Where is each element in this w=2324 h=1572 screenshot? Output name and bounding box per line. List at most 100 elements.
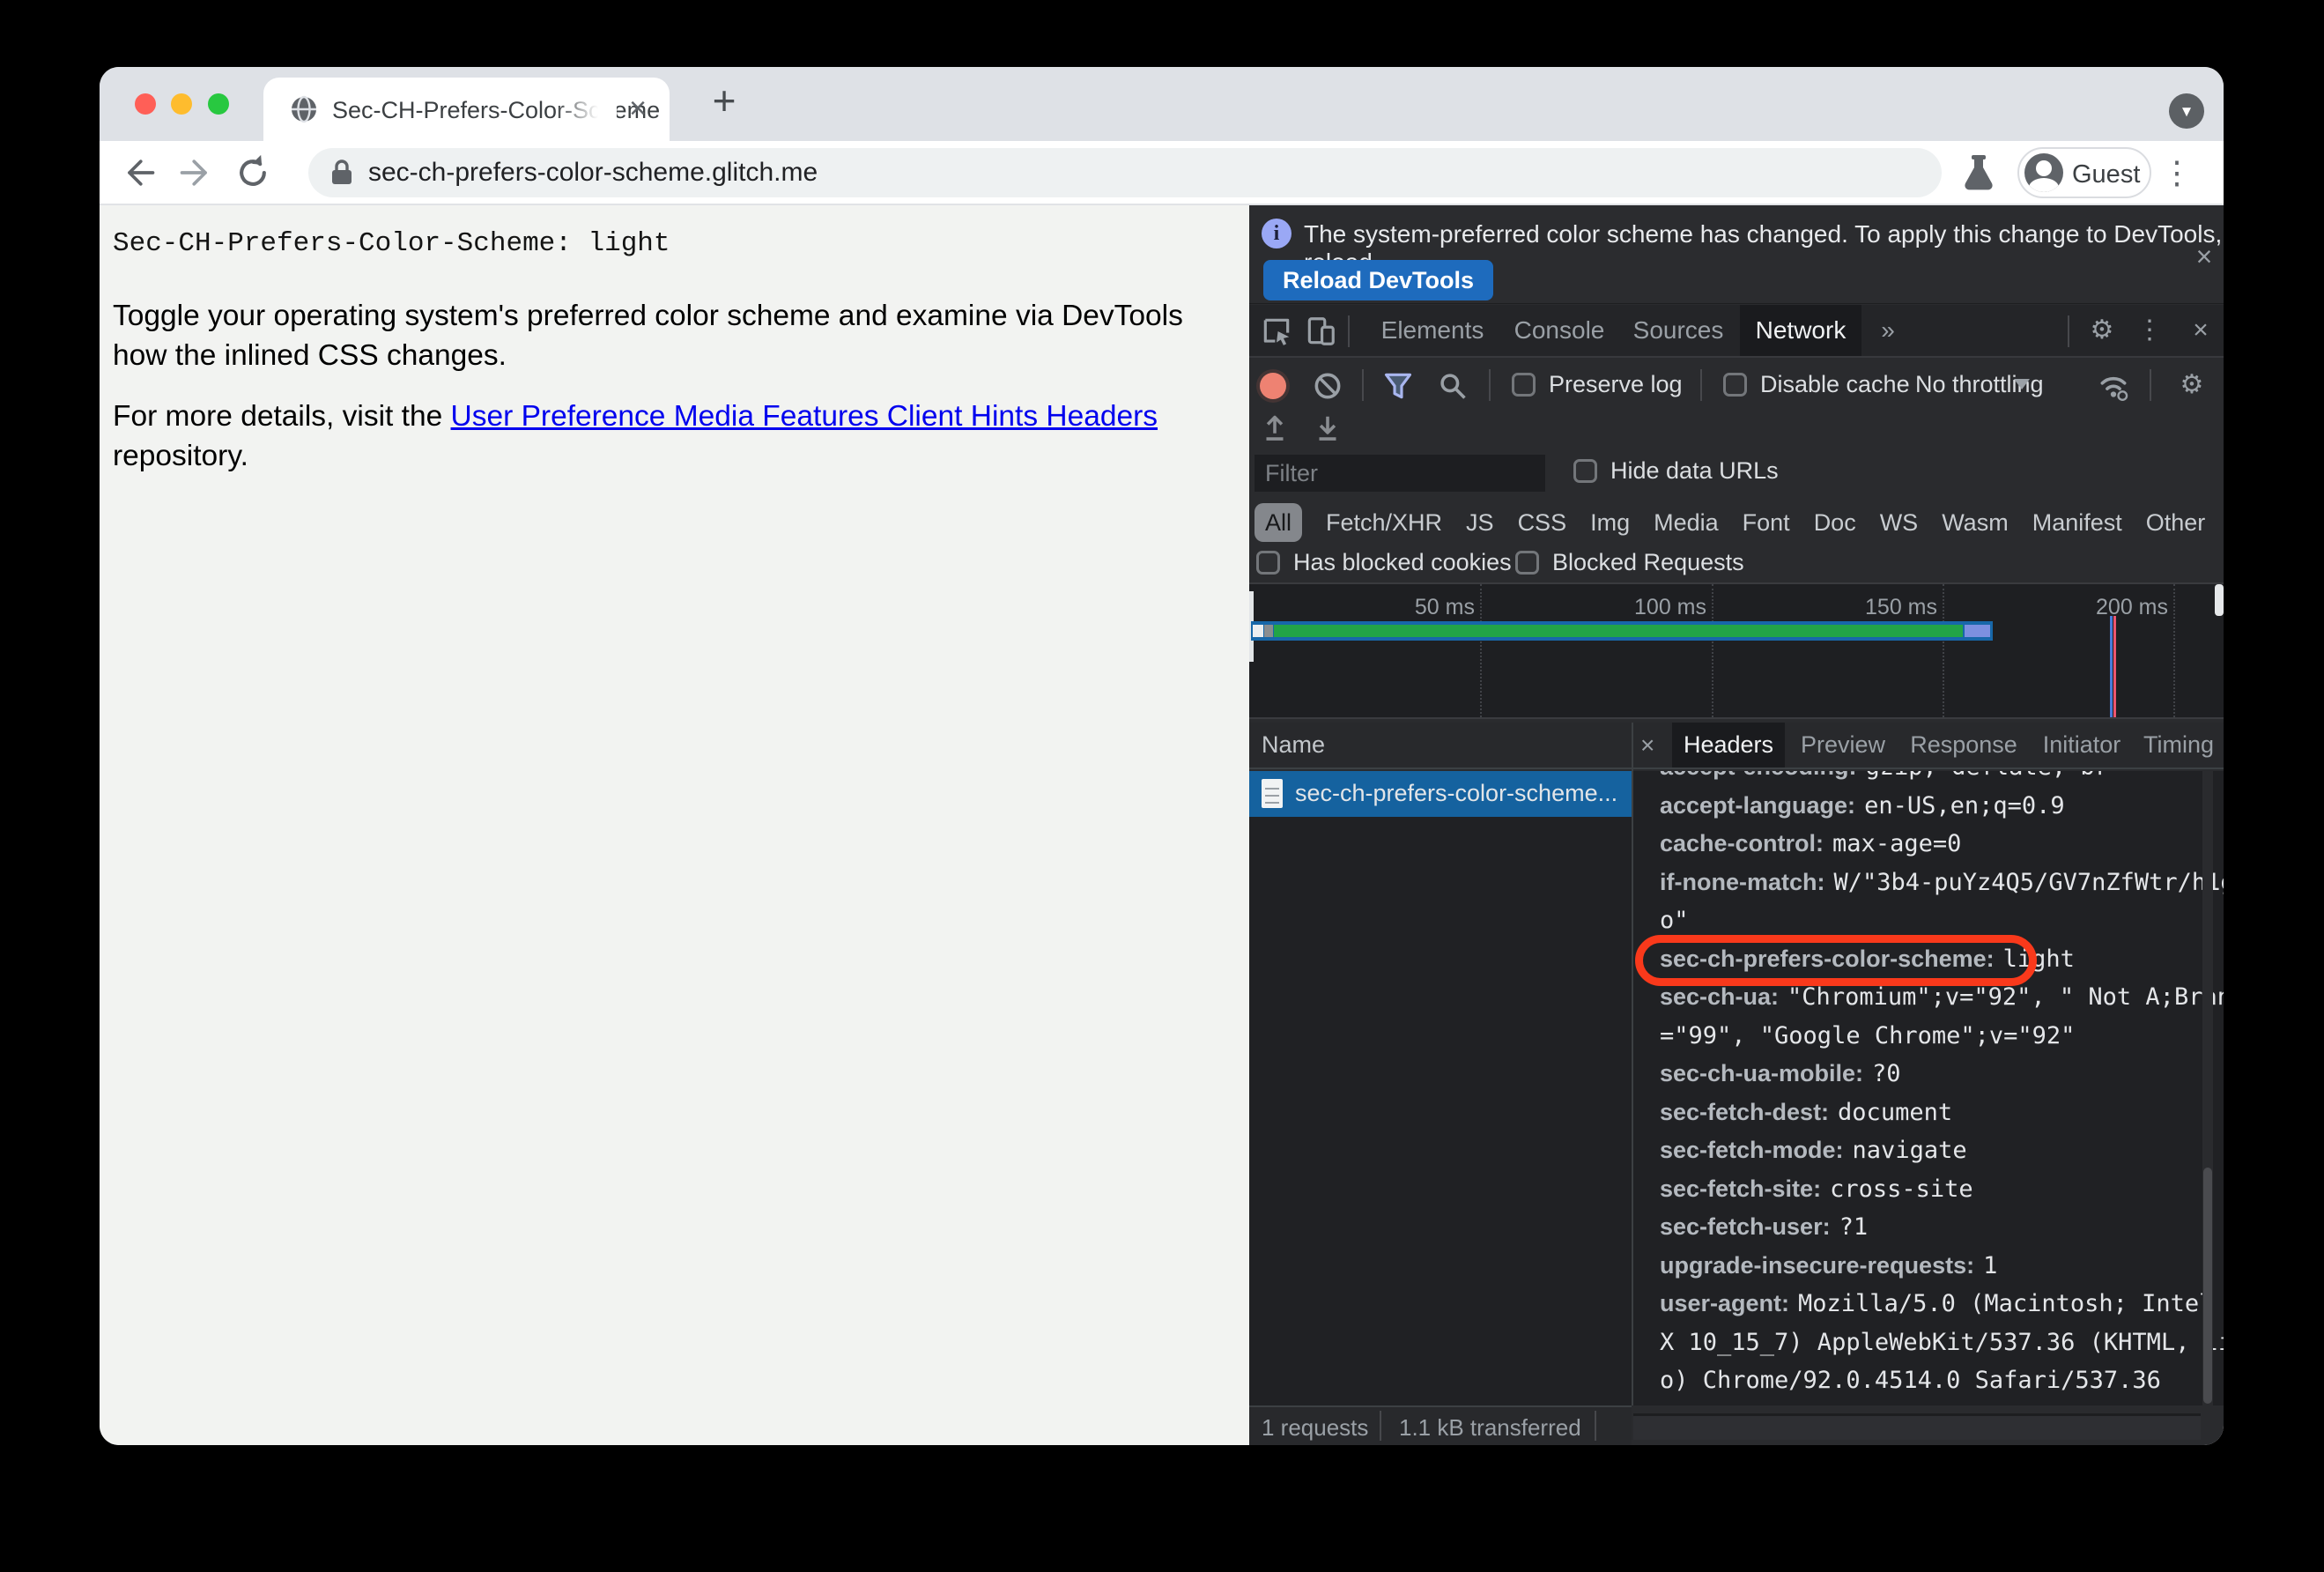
infobar-close-icon[interactable]: × bbox=[2188, 241, 2220, 272]
blocked-requests-label[interactable]: Blocked Requests bbox=[1552, 549, 1744, 576]
tab-search-menu-button[interactable]: ▼ bbox=[2169, 93, 2204, 129]
filter-chip-media[interactable]: Media bbox=[1654, 509, 1719, 537]
filter-chip-font[interactable]: Font bbox=[1743, 509, 1790, 537]
disable-cache-label[interactable]: Disable cache bbox=[1760, 371, 1910, 398]
red-circle-annotation bbox=[1635, 935, 2037, 986]
tab-timing[interactable]: Timing bbox=[2139, 723, 2218, 767]
filter-chip-all[interactable]: All bbox=[1255, 503, 1302, 542]
divider bbox=[2150, 369, 2151, 401]
forward-icon[interactable] bbox=[177, 153, 216, 192]
tab-initiator[interactable]: Initiator bbox=[2037, 723, 2127, 767]
header-line: accept-encoding:gzip, deflate, br bbox=[1660, 771, 2224, 787]
devtools-menu-kebab-icon[interactable]: ⋮ bbox=[2132, 305, 2167, 356]
hide-data-urls-checkbox[interactable] bbox=[1573, 459, 1597, 483]
tab-network[interactable]: Network bbox=[1740, 305, 1861, 356]
browser-tab[interactable]: Sec-CH-Prefers-Color-Scheme × bbox=[263, 78, 670, 141]
devtools-tab-bar: Elements Console Sources Network » ⚙ ⋮ × bbox=[1249, 305, 2224, 358]
detail-scrollbar[interactable] bbox=[2202, 771, 2213, 1405]
record-button[interactable] bbox=[1260, 373, 1286, 399]
macos-close-button[interactable] bbox=[135, 93, 156, 115]
search-icon[interactable] bbox=[1436, 369, 1469, 403]
page-paragraph-intro: Toggle your operating system's preferred… bbox=[113, 300, 1183, 372]
settings-gear-icon[interactable]: ⚙ bbox=[2084, 305, 2120, 356]
gridline bbox=[1943, 584, 1944, 717]
preserve-log-checkbox[interactable] bbox=[1512, 373, 1536, 397]
browser-toolbar: sec-ch-prefers-color-scheme.glitch.me Gu… bbox=[100, 141, 2224, 205]
waterfall-wait-segment bbox=[1274, 625, 1963, 637]
back-icon[interactable] bbox=[119, 153, 158, 192]
has-blocked-cookies-checkbox[interactable] bbox=[1256, 551, 1280, 575]
preserve-log-label[interactable]: Preserve log bbox=[1549, 371, 1683, 398]
detail-bottom-scrollbar[interactable] bbox=[1633, 1413, 2201, 1440]
details-prefix: For more details, visit the bbox=[113, 400, 451, 433]
tab-response[interactable]: Response bbox=[1908, 723, 2019, 767]
globe-favicon-icon bbox=[290, 95, 318, 123]
filter-row: Hide data URLs bbox=[1249, 452, 2224, 494]
lock-icon[interactable] bbox=[329, 159, 354, 186]
flask-icon[interactable] bbox=[1960, 153, 1997, 192]
import-har-icon[interactable] bbox=[1258, 412, 1292, 446]
detail-scrollbar-thumb[interactable] bbox=[2203, 1168, 2212, 1404]
filter-chip-doc[interactable]: Doc bbox=[1814, 509, 1856, 537]
tick-150ms: 150 ms bbox=[1865, 595, 1937, 619]
network-overview[interactable]: 50 ms 100 ms 150 ms 200 ms bbox=[1249, 582, 2224, 719]
browser-menu-icon[interactable]: ⋮ bbox=[2161, 148, 2193, 197]
request-row-selected[interactable]: sec-ch-prefers-color-scheme... bbox=[1249, 771, 1632, 817]
tab-title-fade bbox=[555, 93, 617, 129]
devtools-close-icon[interactable]: × bbox=[2183, 305, 2218, 356]
headers-detail-panel[interactable]: accept-encoding:gzip, deflate, br accept… bbox=[1633, 771, 2224, 1405]
filter-chip-wasm[interactable]: Wasm bbox=[1942, 509, 2009, 537]
header-line: sec-ch-ua-mobile: ?0 bbox=[1660, 1060, 1901, 1087]
page-header-line: Sec-CH-Prefers-Color-Scheme: light bbox=[113, 228, 670, 259]
detail-close-icon[interactable]: × bbox=[1640, 731, 1654, 760]
filter-input[interactable] bbox=[1255, 455, 1545, 492]
filter-funnel-icon[interactable] bbox=[1381, 369, 1415, 403]
request-name: sec-ch-prefers-color-scheme... bbox=[1295, 780, 1618, 806]
filter-chip-img[interactable]: Img bbox=[1590, 509, 1630, 537]
header-line: ="99", "Google Chrome";v="92" bbox=[1660, 1021, 2076, 1049]
disable-cache-checkbox[interactable] bbox=[1723, 373, 1747, 397]
filter-chip-ws[interactable]: WS bbox=[1880, 509, 1919, 537]
filter-chip-css[interactable]: CSS bbox=[1518, 509, 1567, 537]
header-line: sec-fetch-site: cross-site bbox=[1660, 1175, 1973, 1203]
tab-sources[interactable]: Sources bbox=[1630, 305, 1727, 356]
filter-chip-other[interactable]: Other bbox=[2146, 509, 2206, 537]
tab-close-icon[interactable]: × bbox=[620, 92, 655, 127]
profile-chip[interactable]: Guest bbox=[2017, 147, 2151, 198]
has-blocked-cookies-label[interactable]: Has blocked cookies bbox=[1293, 549, 1512, 576]
name-column-header[interactable]: Name bbox=[1262, 731, 1325, 759]
header-line: o) Chrome/92.0.4514.0 Safari/537.36 bbox=[1660, 1367, 2161, 1394]
export-har-icon[interactable] bbox=[1311, 412, 1344, 446]
waterfall-stalled-segment bbox=[1264, 625, 1273, 637]
gridline bbox=[2173, 584, 2175, 717]
filter-chip-manifest[interactable]: Manifest bbox=[2032, 509, 2122, 537]
reload-devtools-button[interactable]: Reload DevTools bbox=[1263, 260, 1494, 300]
tab-console[interactable]: Console bbox=[1510, 305, 1609, 356]
throttling-dropdown-icon[interactable] bbox=[2014, 379, 2030, 389]
header-line: upgrade-insecure-requests: 1 bbox=[1660, 1251, 1998, 1279]
repo-link[interactable]: User Preference Media Features Client Hi… bbox=[451, 400, 1158, 433]
macos-zoom-button[interactable] bbox=[208, 93, 229, 115]
tab-headers[interactable]: Headers bbox=[1672, 723, 1785, 767]
waterfall-download-segment bbox=[1965, 625, 1990, 637]
macos-minimize-button[interactable] bbox=[171, 93, 192, 115]
request-waterfall-bar[interactable] bbox=[1251, 621, 1993, 641]
divider bbox=[1362, 369, 1364, 401]
overview-scrollbar-thumb[interactable] bbox=[2215, 584, 2224, 616]
tab-elements[interactable]: Elements bbox=[1378, 305, 1487, 356]
reload-icon[interactable] bbox=[233, 153, 272, 192]
gridline bbox=[1712, 584, 1713, 717]
clear-icon[interactable] bbox=[1311, 369, 1344, 403]
filter-chip-fetchxhr[interactable]: Fetch/XHR bbox=[1326, 509, 1442, 537]
network-settings-gear-icon[interactable]: ⚙ bbox=[2174, 360, 2209, 411]
hide-data-urls-label[interactable]: Hide data URLs bbox=[1610, 457, 1779, 485]
device-toolbar-icon[interactable] bbox=[1304, 315, 1337, 348]
more-tabs-icon[interactable]: » bbox=[1866, 305, 1910, 356]
network-conditions-icon[interactable] bbox=[2097, 369, 2130, 403]
inspect-element-icon[interactable] bbox=[1260, 315, 1293, 348]
filter-chip-js[interactable]: JS bbox=[1466, 509, 1494, 537]
new-tab-button[interactable]: + bbox=[704, 80, 744, 122]
tab-preview[interactable]: Preview bbox=[1797, 723, 1889, 767]
blocked-requests-checkbox[interactable] bbox=[1515, 551, 1539, 575]
url-bar[interactable]: sec-ch-prefers-color-scheme.glitch.me bbox=[308, 148, 1942, 197]
